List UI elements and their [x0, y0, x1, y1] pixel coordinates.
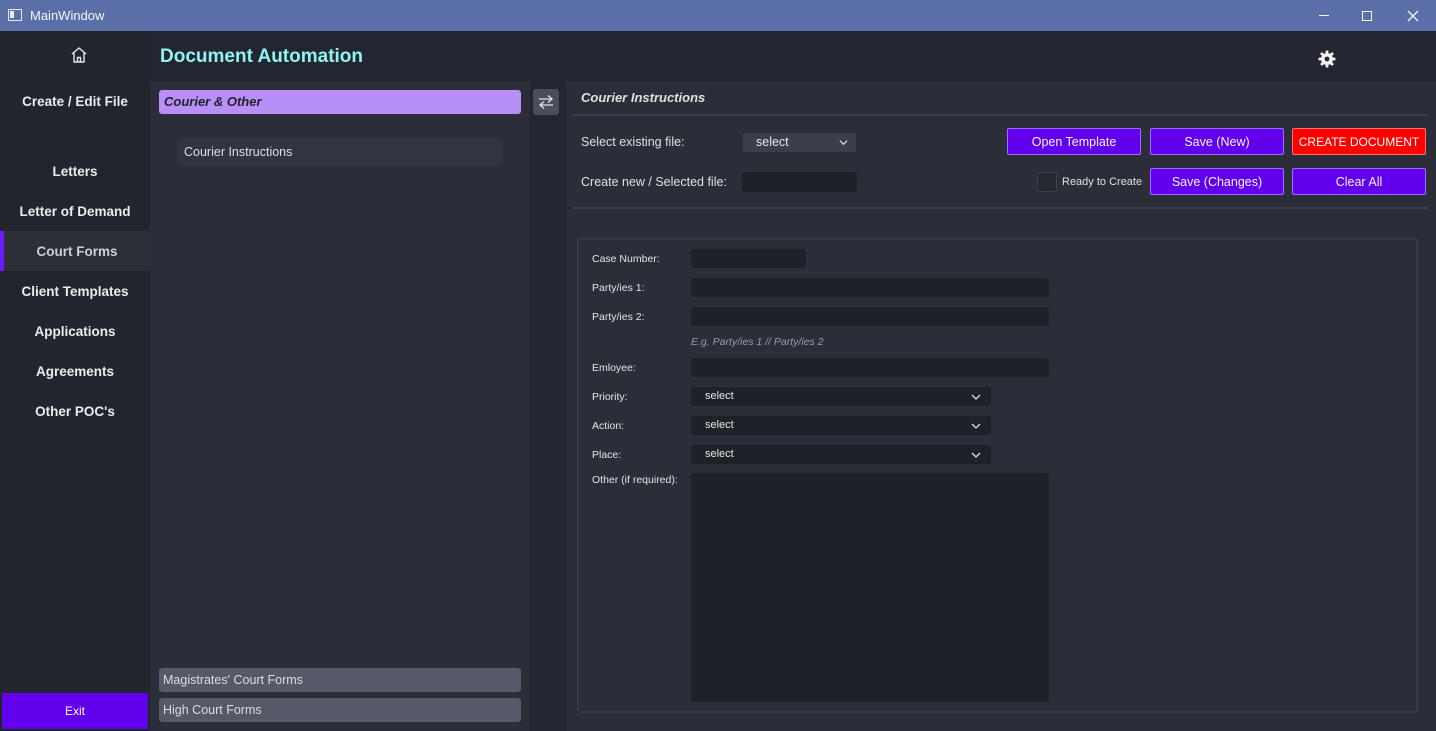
exit-button[interactable]: Exit [2, 693, 148, 729]
gear-icon[interactable] [1318, 50, 1336, 68]
party2-label: Party/ies 2: [592, 311, 645, 323]
maximize-icon [1362, 10, 1372, 21]
select-existing-label: Select existing file: [581, 135, 685, 149]
minimize-button[interactable] [1301, 0, 1347, 31]
chevron-down-icon [839, 140, 848, 146]
place-label: Place: [592, 449, 622, 461]
nav-item-other-pocs[interactable]: Other POC's [0, 391, 150, 431]
case-number-label: Case Number: [592, 253, 660, 265]
chevron-down-icon [971, 452, 981, 458]
ready-to-create-label: Ready to Create [1062, 176, 1143, 188]
section-title: Courier Instructions [581, 90, 706, 105]
party1-label: Party/ies 1: [592, 282, 645, 294]
close-button[interactable] [1390, 0, 1436, 31]
case-number-input[interactable] [691, 249, 806, 268]
page-title: Document Automation [160, 46, 364, 67]
action-value: select [705, 419, 734, 431]
title-bar: MainWindow [0, 0, 1436, 31]
home-icon[interactable] [70, 46, 88, 64]
divider [573, 114, 1428, 116]
swap-icon [539, 95, 553, 109]
employee-input[interactable] [691, 358, 1049, 377]
chevron-down-icon [971, 394, 981, 400]
category-header-magistrates-court-forms[interactable]: Magistrates' Court Forms [159, 668, 521, 692]
create-new-input[interactable] [742, 172, 857, 192]
chevron-down-icon [971, 423, 981, 429]
maximize-button[interactable] [1344, 0, 1390, 31]
window-title: MainWindow [30, 8, 105, 23]
clear-all-button[interactable]: Clear All [1292, 168, 1426, 195]
nav-item-letter-of-demand[interactable]: Letter of Demand [0, 191, 150, 231]
employee-label: Emloyee: [592, 362, 636, 374]
save-new-button[interactable]: Save (New) [1150, 128, 1284, 155]
nav-item-client-templates[interactable]: Client Templates [0, 271, 150, 311]
swap-panel-button[interactable] [533, 89, 559, 115]
action-label: Action: [592, 420, 625, 432]
category-header-high-court-forms[interactable]: High Court Forms [159, 698, 521, 722]
place-value: select [705, 448, 734, 460]
open-template-button[interactable]: Open Template [1007, 128, 1141, 155]
close-icon [1407, 10, 1419, 21]
priority-dropdown[interactable]: select [691, 387, 991, 406]
nav-item-agreements[interactable]: Agreements [0, 351, 150, 391]
party2-input[interactable] [691, 307, 1049, 326]
select-existing-value: select [756, 135, 789, 149]
ready-to-create-checkbox[interactable] [1037, 172, 1057, 192]
app-window-icon [8, 9, 22, 21]
nav-item-court-forms[interactable]: Court Forms [0, 231, 150, 271]
place-dropdown[interactable]: select [691, 445, 991, 464]
list-item-courier-instructions[interactable]: Courier Instructions [177, 138, 503, 166]
sidebar-nav: Create / Edit File Letters Letter of Dem… [0, 31, 150, 731]
minimize-icon [1319, 15, 1329, 16]
create-document-button[interactable]: CREATE DOCUMENT [1292, 128, 1426, 155]
other-label: Other (if required): [592, 474, 678, 486]
category-header-courier-other[interactable]: Courier & Other [159, 90, 521, 114]
create-new-label: Create new / Selected file: [581, 175, 727, 189]
category-panel: Courier & Other Courier Instructions Mag… [150, 81, 530, 731]
other-textarea[interactable] [691, 473, 1049, 702]
party-hint: E.g. Party/ies 1 // Party/ies 2 [691, 336, 824, 348]
nav-item-applications[interactable]: Applications [0, 311, 150, 351]
party1-input[interactable] [691, 278, 1049, 297]
save-changes-button[interactable]: Save (Changes) [1150, 168, 1284, 195]
nav-item-letters[interactable]: Letters [0, 151, 150, 191]
action-dropdown[interactable]: select [691, 416, 991, 435]
select-existing-dropdown[interactable]: select [743, 133, 856, 152]
nav-item-create-edit-file[interactable]: Create / Edit File [0, 81, 150, 121]
priority-value: select [705, 390, 734, 402]
priority-label: Priority: [592, 391, 628, 403]
divider [573, 207, 1428, 209]
